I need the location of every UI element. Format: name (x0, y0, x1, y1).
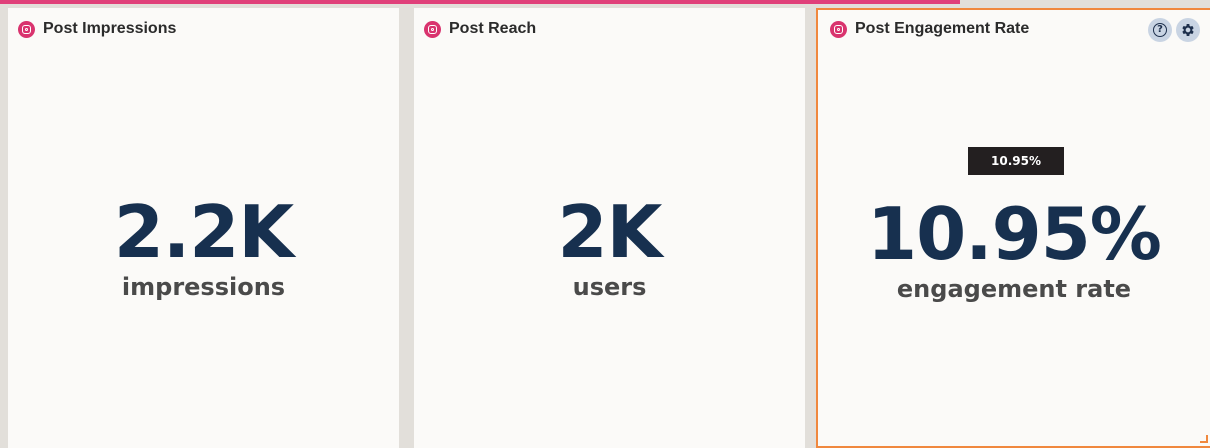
metric-value: 2K (557, 190, 663, 274)
settings-button[interactable] (1176, 18, 1200, 42)
top-accent-bar (0, 0, 960, 4)
widget-title: Post Engagement Rate (855, 20, 1030, 37)
widget-header: Post Engagement Rate (830, 20, 1029, 38)
value-tooltip: 10.95% (968, 147, 1064, 175)
widget-header: Post Impressions (18, 20, 176, 38)
metric-block: 2K users (414, 192, 805, 302)
post-engagement-rate-widget[interactable]: Post Engagement Rate ? 10.95% 10.95% eng… (816, 8, 1210, 448)
metric-block: 10.95% engagement rate (818, 194, 1210, 304)
metric-block: 2.2K impressions (8, 192, 399, 302)
instagram-icon (830, 20, 847, 38)
help-icon: ? (1153, 23, 1167, 37)
widget-title: Post Impressions (43, 20, 177, 37)
gear-icon (1182, 24, 1194, 36)
metric-value: 10.95% (867, 192, 1162, 276)
metric-label: impressions (121, 273, 286, 301)
help-button[interactable]: ? (1148, 18, 1172, 42)
widget-title: Post Reach (449, 20, 537, 37)
instagram-icon (18, 20, 35, 38)
metric-label: users (572, 273, 647, 301)
resize-handle[interactable] (1200, 435, 1208, 443)
widget-header: Post Reach (424, 20, 536, 38)
post-impressions-widget[interactable]: Post Impressions 2.2K impressions (8, 8, 399, 448)
metric-value: 2.2K (113, 190, 294, 274)
metric-label: engagement rate (896, 275, 1132, 303)
instagram-icon (424, 20, 441, 38)
post-reach-widget[interactable]: Post Reach 2K users (414, 8, 805, 448)
